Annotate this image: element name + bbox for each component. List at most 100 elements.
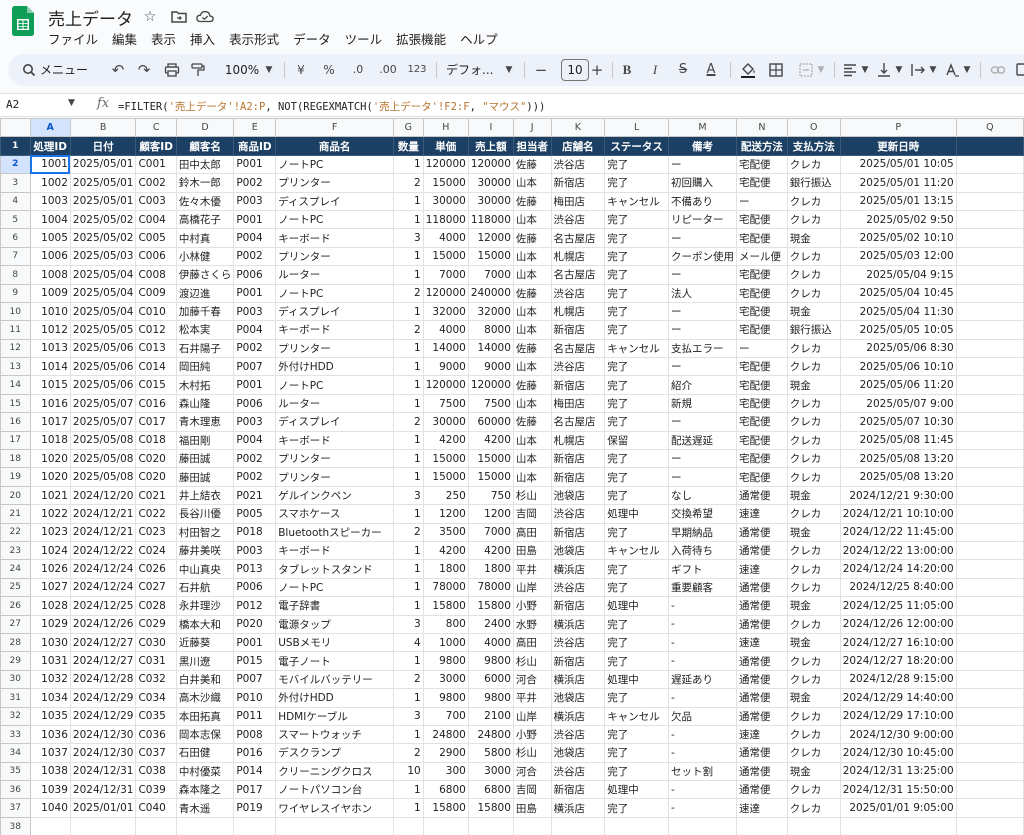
cell[interactable]: P021 [233,485,277,506]
cell[interactable]: 2025/05/05 10:05 [839,320,957,340]
cell[interactable] [668,816,738,835]
cell[interactable]: ー [668,357,738,377]
cell[interactable]: 2025/05/04 10:45 [839,283,957,303]
document-title[interactable]: 売上データ [48,5,133,30]
cell[interactable]: 山岸 [512,577,552,598]
empty-cell[interactable] [955,375,1024,395]
cell[interactable]: 2024/12/25 8:40:00 [839,577,957,598]
cell[interactable]: セット割 [668,761,738,782]
cell[interactable]: 1 [393,467,424,487]
cell[interactable]: ー [668,467,738,487]
cell[interactable]: 2025/05/06 10:10 [839,357,957,377]
cell[interactable]: 2024/12/30 9:00:00 [839,724,957,745]
cell[interactable]: 2024/12/24 [69,559,137,579]
cell[interactable]: 2025/05/06 [69,357,137,377]
cell[interactable]: 2025/05/04 11:30 [839,301,957,322]
cell[interactable]: 2025/05/01 [69,191,137,211]
cell[interactable]: 120000 [422,283,469,303]
cell[interactable]: 完了 [604,577,670,598]
header-cell[interactable]: 商品ID [233,136,277,156]
cell[interactable]: 通常便 [736,540,788,561]
row-header[interactable]: 10 [0,301,31,322]
cell[interactable]: 重要顧客 [668,577,738,598]
cell[interactable]: プリンター [275,449,394,469]
strikethrough-button[interactable]: S [676,54,690,86]
cell[interactable]: P002 [233,338,277,359]
cell[interactable]: 完了 [604,449,670,469]
cell[interactable]: P001 [233,632,277,653]
cell[interactable]: 平井 [512,559,552,579]
cell[interactable]: 池袋店 [550,688,606,708]
cell[interactable]: 横浜店 [550,559,606,579]
cell[interactable]: リピーター [668,209,738,230]
row-header[interactable]: 12 [0,338,31,359]
header-cell[interactable]: 店舗名 [550,136,606,156]
cell[interactable]: プリンター [275,467,394,487]
cell[interactable]: ー [668,228,738,248]
empty-cell[interactable] [955,173,1024,193]
empty-cell[interactable] [955,798,1024,818]
text-color-button[interactable]: A [704,54,718,86]
cell[interactable]: 240000 [467,283,514,303]
empty-cell[interactable] [955,816,1024,835]
cell[interactable]: - [668,724,738,745]
cell[interactable]: 小野 [512,724,552,745]
cell[interactable]: 処理中 [604,596,670,616]
cell[interactable]: 750 [467,485,514,506]
cell[interactable]: 1 [393,798,424,818]
cell[interactable]: 不備あり [668,191,738,211]
cell[interactable]: スマートウォッチ [275,724,394,745]
cell[interactable] [135,816,177,835]
chevron-down-icon[interactable]: ▼ [816,54,826,86]
cell[interactable]: 河合 [512,761,552,782]
cell[interactable]: 1800 [422,559,469,579]
cell[interactable]: 2025/05/02 9:50 [839,209,957,230]
cell[interactable]: 速達 [736,632,788,653]
row-header[interactable]: 27 [0,614,31,634]
cell[interactable]: 2025/05/04 [69,283,137,303]
cell[interactable]: 1 [393,504,424,524]
cell[interactable]: ギフト [668,559,738,579]
cell[interactable]: 2024/12/26 12:00:00 [839,614,957,634]
cell[interactable]: 1037 [29,743,71,763]
empty-cell[interactable] [955,761,1024,782]
cell[interactable]: 2024/12/31 [69,761,137,782]
cell[interactable]: 森本隆之 [175,780,235,800]
empty-cell[interactable] [955,485,1024,506]
cell[interactable]: 6800 [467,780,514,800]
cell[interactable]: 700 [422,706,469,726]
cell[interactable] [604,816,670,835]
cell[interactable]: 4200 [467,430,514,451]
cell[interactable]: 初回購入 [668,173,738,193]
cell[interactable]: 1034 [29,688,71,708]
cell[interactable]: 2024/12/22 13:00:00 [839,540,957,561]
cell[interactable]: C040 [135,798,177,818]
cell[interactable]: P006 [233,393,277,414]
cell[interactable]: 1003 [29,191,71,211]
row-header[interactable]: 16 [0,412,31,432]
cell[interactable]: 2025/05/08 13:20 [839,467,957,487]
cell[interactable]: P002 [233,246,277,267]
cell[interactable]: 外付けHDD [275,357,394,377]
cell[interactable]: 電源タップ [275,614,394,634]
cell[interactable]: 118000 [467,209,514,230]
formula-input[interactable]: =FILTER('売上データ'!A2:P, NOT(REGEXMATCH('売上… [118,99,545,114]
search-icon[interactable] [22,54,36,86]
cell[interactable]: 欠品 [668,706,738,726]
empty-cell[interactable] [955,246,1024,267]
cell[interactable]: C006 [135,246,177,267]
cell[interactable]: 石井航 [175,577,235,598]
cell[interactable]: - [668,798,738,818]
cell[interactable]: 横浜店 [550,798,606,818]
fill-color-icon[interactable] [740,54,756,86]
cell[interactable]: C032 [135,669,177,690]
cell[interactable]: 札幌店 [550,246,606,267]
cell[interactable]: P020 [233,614,277,634]
cell[interactable]: 小林健 [175,246,235,267]
cell[interactable]: C021 [135,485,177,506]
column-header-n[interactable]: N [736,118,788,138]
cell[interactable]: ー [668,265,738,285]
cell[interactable]: 宅配便 [736,449,788,469]
cell[interactable]: - [668,688,738,708]
cell[interactable]: 2024/12/29 [69,706,137,726]
